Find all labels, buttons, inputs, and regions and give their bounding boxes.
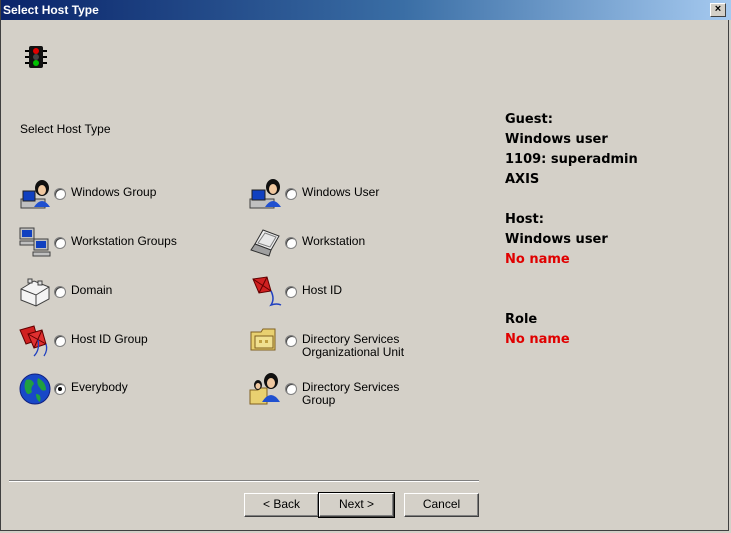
directory-group-icon	[249, 373, 280, 405]
domain-label: Domain	[71, 283, 113, 297]
folder-icon	[250, 328, 276, 351]
directory-services-group-radio[interactable]	[285, 383, 297, 395]
host-id-group-radio[interactable]	[54, 335, 66, 347]
separator	[9, 480, 479, 482]
kite-group-icon	[19, 325, 48, 357]
window-title: Select Host Type	[3, 3, 99, 17]
option-domain[interactable]: Domain	[18, 275, 112, 309]
section-label: Select Host Type	[20, 122, 111, 136]
laptop-icon	[250, 229, 280, 257]
host-label: Host:	[505, 212, 544, 227]
directory-services-ou-label: Directory Services Organizational Unit	[302, 333, 404, 359]
everybody-label: Everybody	[71, 380, 128, 394]
traffic-light-icon	[25, 46, 47, 68]
dialog-window: Select Host Type × Select Host Type Wind…	[0, 0, 731, 531]
domain-icon	[20, 278, 50, 307]
directory-services-ou-label-line2: Organizational Unit	[302, 345, 405, 359]
workstation-groups-label: Workstation Groups	[71, 234, 177, 248]
title-bar[interactable]: Select Host Type ×	[1, 0, 731, 20]
back-button[interactable]: < Back	[244, 493, 319, 517]
workstation-groups-icon	[19, 227, 51, 257]
workstation-groups-radio[interactable]	[54, 237, 66, 249]
directory-services-ou-radio[interactable]	[285, 335, 297, 347]
windows-group-radio[interactable]	[54, 188, 66, 200]
option-directory-services-ou[interactable]: Directory Services Organizational Unit	[249, 324, 404, 359]
option-everybody[interactable]: Everybody	[18, 372, 128, 406]
host-id-group-label: Host ID Group	[71, 332, 148, 346]
option-directory-services-group[interactable]: Directory Services Group	[249, 372, 399, 407]
windows-group-label: Windows Group	[71, 185, 157, 199]
kite-icon	[252, 276, 282, 307]
directory-services-ou-label-line1: Directory Services	[302, 332, 400, 346]
windows-user-label: Windows User	[302, 185, 380, 199]
everybody-radio[interactable]	[54, 383, 66, 395]
user-group-icon	[20, 180, 50, 209]
directory-services-group-label-line1: Directory Services	[302, 380, 400, 394]
close-button[interactable]: ×	[710, 3, 726, 17]
windows-user-icon	[249, 179, 281, 209]
globe-icon	[19, 373, 51, 405]
host-line2: No name	[505, 252, 570, 267]
option-workstation-groups[interactable]: Workstation Groups	[18, 226, 177, 260]
windows-user-radio[interactable]	[285, 188, 297, 200]
option-windows-group[interactable]: Windows Group	[18, 177, 156, 211]
role-label: Role	[505, 312, 538, 327]
option-host-id-group[interactable]: Host ID Group	[18, 324, 148, 358]
host-line1: Windows user	[505, 232, 608, 247]
option-host-id[interactable]: Host ID	[249, 275, 342, 309]
directory-services-group-label: Directory Services Group	[302, 381, 399, 407]
role-value: No name	[505, 332, 570, 347]
workstation-label: Workstation	[302, 234, 366, 248]
guest-line1: Windows user	[505, 132, 608, 147]
host-id-label: Host ID	[302, 283, 343, 297]
directory-services-group-label-line2: Group	[302, 393, 336, 407]
domain-radio[interactable]	[54, 286, 66, 298]
next-button[interactable]: Next >	[318, 492, 395, 518]
guest-label: Guest:	[505, 112, 553, 127]
host-id-radio[interactable]	[285, 286, 297, 298]
guest-line2: 1109: superadmin	[505, 152, 638, 167]
workstation-radio[interactable]	[285, 237, 297, 249]
option-workstation[interactable]: Workstation	[249, 226, 365, 260]
cancel-button[interactable]: Cancel	[404, 493, 479, 517]
guest-info: Guest: Windows user 1109: superadmin AXI…	[505, 110, 638, 190]
guest-line3: AXIS	[505, 172, 540, 187]
role-info: Role No name	[505, 310, 570, 350]
host-info: Host: Windows user No name	[505, 210, 608, 270]
option-windows-user[interactable]: Windows User	[249, 177, 379, 211]
